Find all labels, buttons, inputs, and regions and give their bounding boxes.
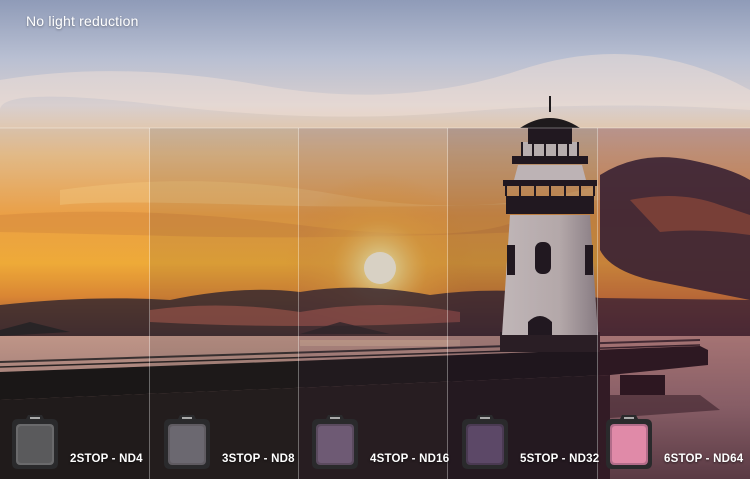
lighthouse-sunset-photo xyxy=(0,0,750,479)
nd16-filter-icon xyxy=(312,415,358,469)
nd32-filter-icon xyxy=(462,415,508,469)
filter-label: 2STOP - ND4 xyxy=(70,453,143,465)
filter-label: 6STOP - ND64 xyxy=(664,453,744,465)
filter-label: 3STOP - ND8 xyxy=(222,453,295,465)
filter-label: 4STOP - ND16 xyxy=(370,453,450,465)
nd64-filter-icon xyxy=(606,415,652,469)
no-reduction-caption: No light reduction xyxy=(26,13,139,29)
nd4-filter-icon xyxy=(12,415,58,469)
nd8-filter-icon xyxy=(164,415,210,469)
filter-label: 5STOP - ND32 xyxy=(520,453,600,465)
